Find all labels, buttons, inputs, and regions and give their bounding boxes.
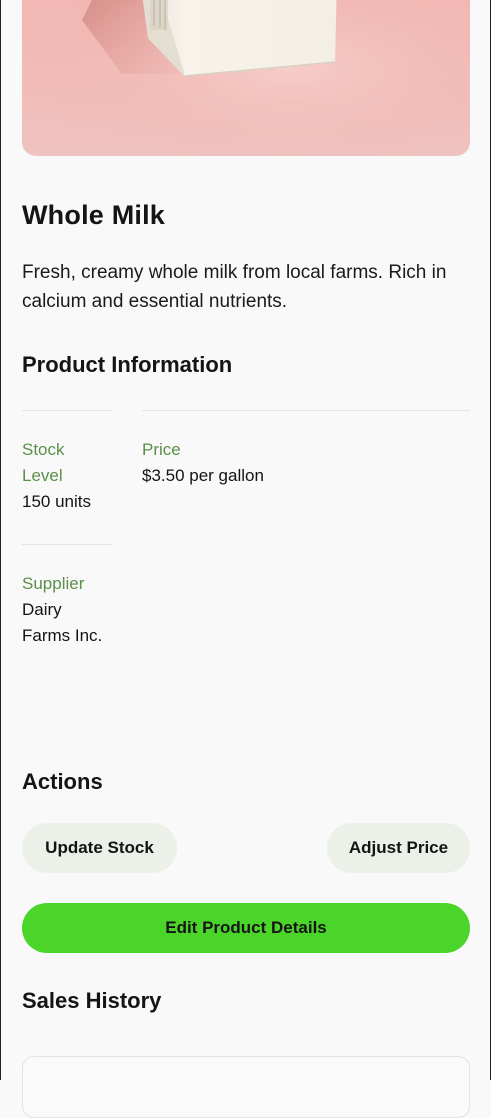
price-value: $3.50 per gallon (142, 466, 264, 485)
divider (22, 410, 112, 411)
sales-history-card (22, 1056, 470, 1118)
divider (142, 410, 470, 411)
product-image (22, 0, 470, 156)
stock-level-label-line1: Stock (22, 440, 65, 459)
price-label: Price (142, 440, 181, 459)
divider (22, 544, 112, 545)
product-info-heading: Product Information (22, 352, 233, 377)
sales-history-heading: Sales History (22, 988, 162, 1013)
supplier-value-line1: Dairy (22, 600, 62, 619)
supplier-value-line2: Farms Inc. (22, 626, 103, 645)
milk-carton-illustration (22, 0, 470, 156)
adjust-price-button[interactable]: Adjust Price (327, 823, 470, 873)
product-title: Whole Milk (22, 200, 165, 230)
product-description: Fresh, creamy whole milk from local farm… (22, 262, 447, 312)
update-stock-button[interactable]: Update Stock (22, 823, 177, 873)
edit-product-details-button[interactable]: Edit Product Details (22, 903, 470, 953)
stock-level-value: 150 units (22, 492, 91, 511)
supplier-label: Supplier (22, 574, 85, 593)
actions-heading: Actions (22, 769, 103, 794)
stock-level-label-line2: Level (22, 466, 63, 485)
product-detail-page: Whole Milk Fresh, creamy whole milk from… (1, 0, 490, 1118)
